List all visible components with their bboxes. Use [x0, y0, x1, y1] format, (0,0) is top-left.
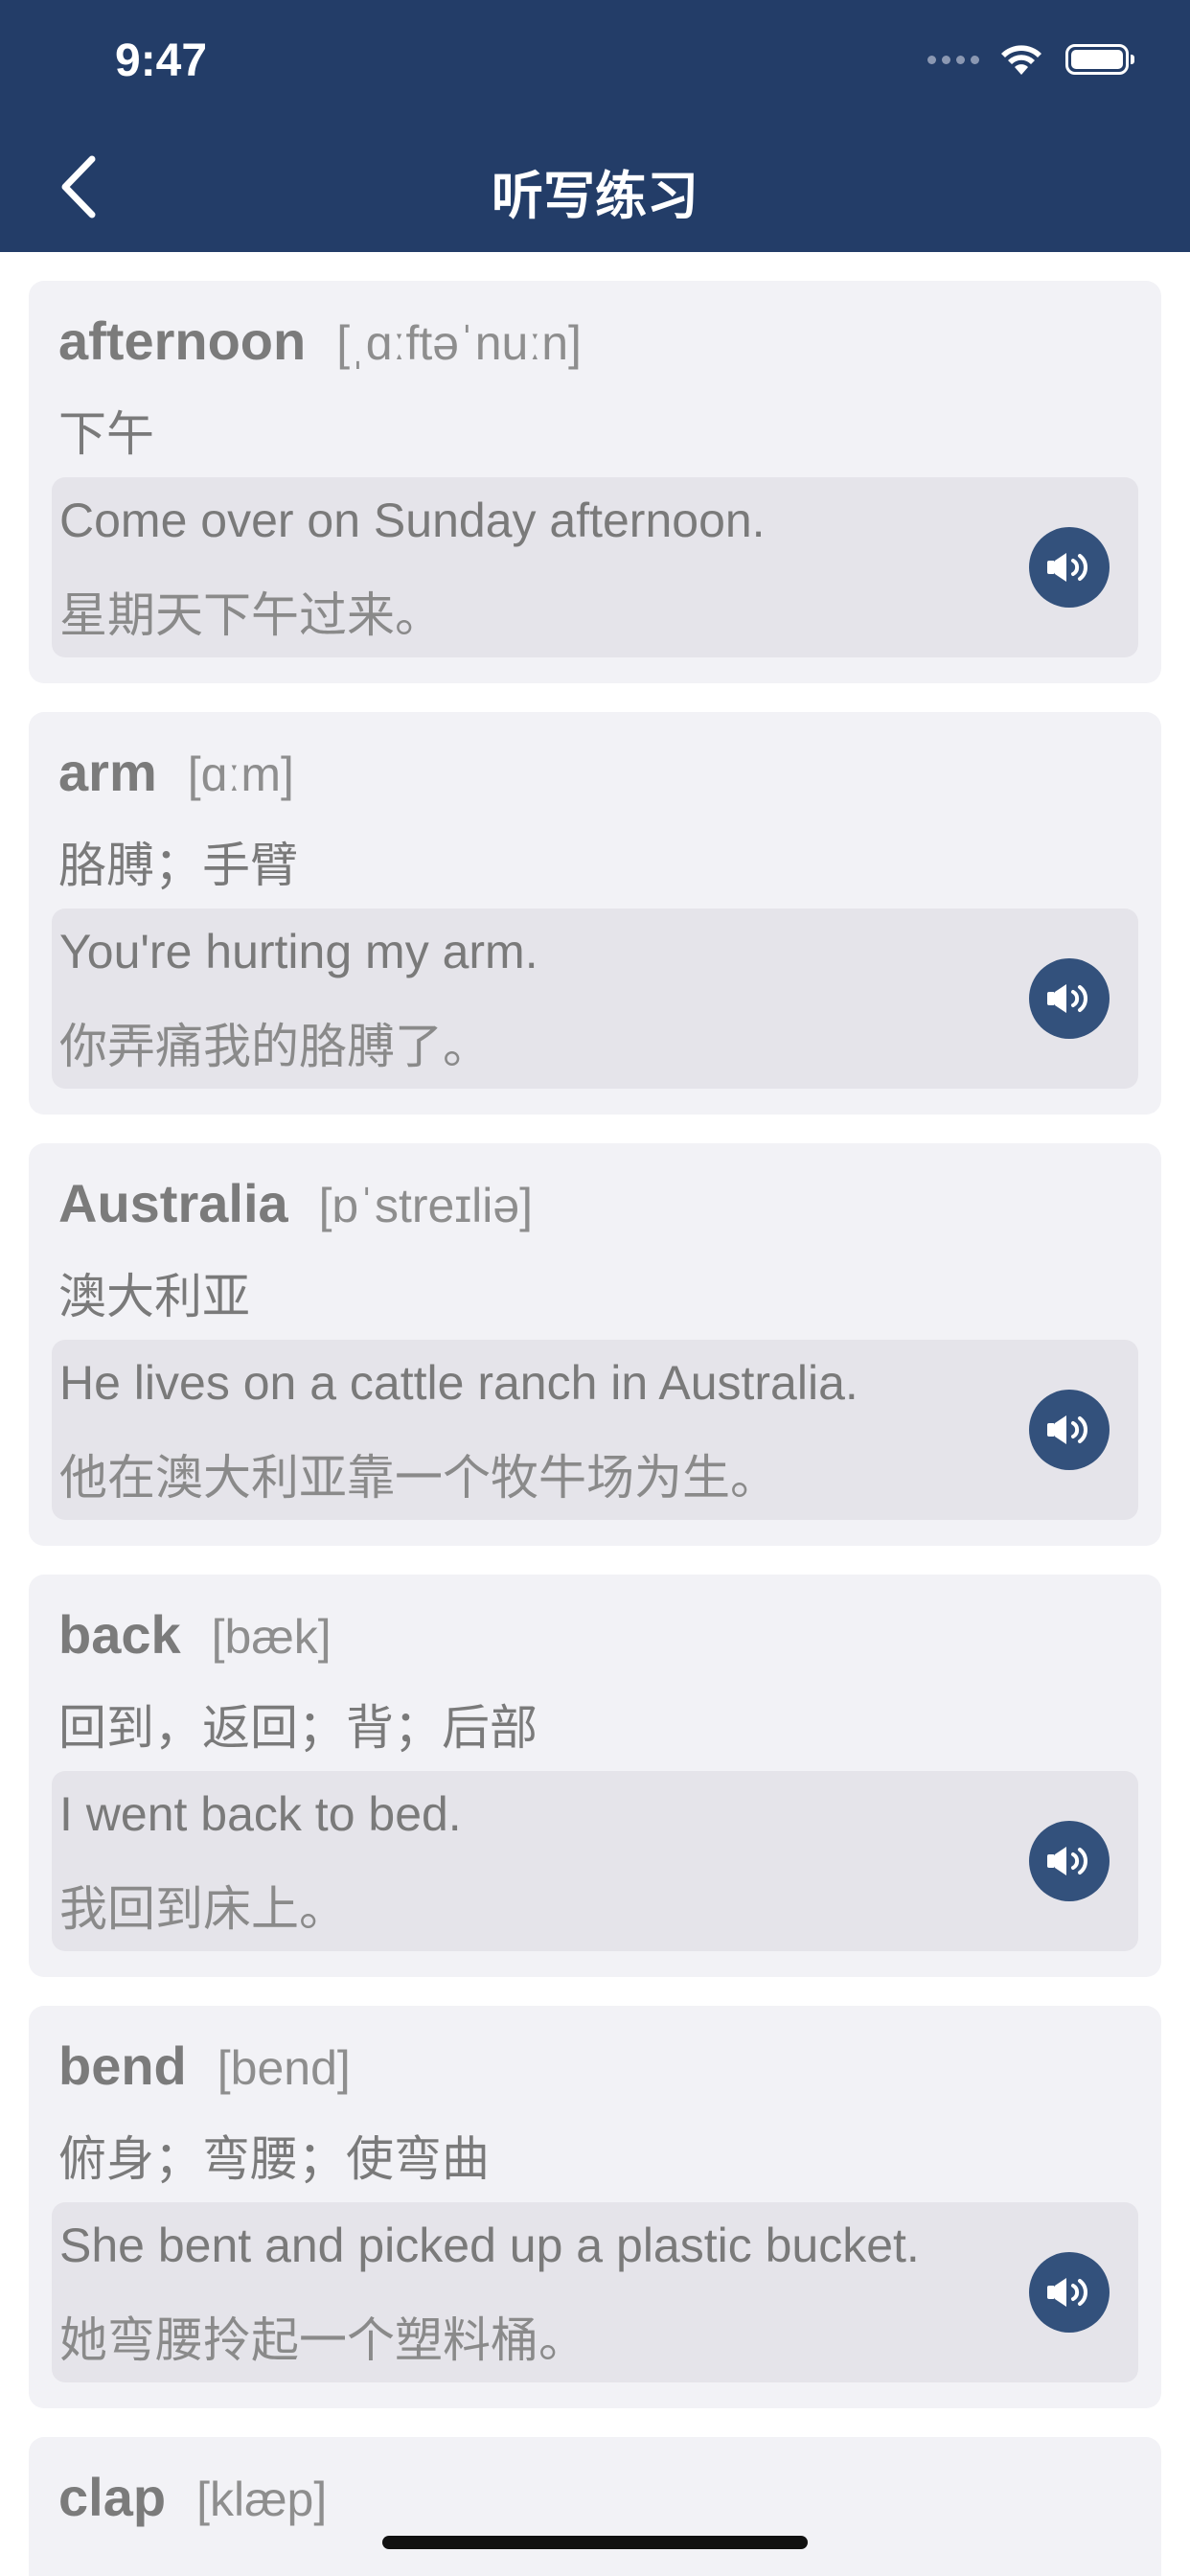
phonetic-text: [klæp]: [196, 2472, 328, 2526]
play-audio-button[interactable]: [1029, 2252, 1110, 2333]
word-card: clap [klæp]: [29, 2437, 1161, 2576]
screen: 9:47 听写练习 afternoon [ˌɑːftəˈnuːn] 下午 Com…: [0, 0, 1190, 2576]
play-audio-button[interactable]: [1029, 1390, 1110, 1470]
word-text: Australia: [58, 1173, 288, 1233]
example-chinese: 他在澳大利亚靠一个牧牛场为生。: [59, 1451, 778, 1505]
example-chinese: 我回到床上。: [59, 1882, 347, 1936]
speaker-icon: [1047, 2278, 1087, 2307]
meaning-text: 下午: [58, 407, 154, 461]
meaning-text: 胳膊；手臂: [58, 839, 298, 892]
meaning-text: 澳大利亚: [58, 1270, 250, 1323]
example-chinese: 你弄痛我的胳膊了。: [59, 1020, 491, 1073]
phonetic-text: [ˌɑːftəˈnuːn]: [336, 316, 582, 370]
battery-icon: [1065, 44, 1134, 75]
phonetic-text: [ɒˈstreɪliə]: [318, 1179, 534, 1232]
home-indicator[interactable]: [382, 2536, 808, 2549]
example-box: You're hurting my arm. 你弄痛我的胳膊了。: [52, 908, 1138, 1089]
example-chinese: 星期天下午过来。: [59, 588, 443, 642]
speaker-icon: [1047, 1415, 1087, 1444]
play-audio-button[interactable]: [1029, 958, 1110, 1039]
phonetic-text: [bend]: [217, 2041, 351, 2095]
example-chinese: 她弯腰拎起一个塑料桶。: [59, 2313, 586, 2367]
word-text: back: [58, 1604, 181, 1665]
word-text: bend: [58, 2036, 187, 2096]
word-text: afternoon: [58, 310, 307, 371]
speaker-icon: [1047, 1847, 1087, 1875]
page-title: 听写练习: [492, 168, 698, 225]
wifi-icon: [1001, 45, 1041, 75]
speaker-icon: [1047, 553, 1087, 582]
example-english: Come over on Sunday afternoon.: [59, 494, 766, 547]
play-audio-button[interactable]: [1029, 1821, 1110, 1901]
example-english: I went back to bed.: [59, 1787, 462, 1841]
signal-icon: [927, 55, 979, 64]
word-text: clap: [58, 2467, 167, 2527]
meaning-text: 俯身；弯腰；使弯曲: [58, 2132, 490, 2186]
phonetic-text: [bæk]: [211, 1610, 332, 1664]
example-box: Come over on Sunday afternoon. 星期天下午过来。: [52, 477, 1138, 657]
status-icons: [927, 42, 1134, 77]
word-list: afternoon [ˌɑːftəˈnuːn] 下午 Come over on …: [29, 281, 1161, 2576]
example-box: She bent and picked up a plastic bucket.…: [52, 2202, 1138, 2382]
status-time: 9:47: [115, 35, 208, 86]
word-text: arm: [58, 742, 157, 802]
word-card: bend [bend] 俯身；弯腰；使弯曲 She bent and picke…: [29, 2006, 1161, 2408]
phonetic-text: [ɑːm]: [187, 748, 294, 801]
example-english: He lives on a cattle ranch in Australia.: [59, 1356, 858, 1410]
meaning-text: 回到，返回；背；后部: [58, 1701, 538, 1755]
speaker-icon: [1047, 984, 1087, 1013]
word-card: back [bæk] 回到，返回；背；后部 I went back to bed…: [29, 1575, 1161, 1977]
example-english: You're hurting my arm.: [59, 925, 538, 978]
play-audio-button[interactable]: [1029, 527, 1110, 608]
word-card: arm [ɑːm] 胳膊；手臂 You're hurting my arm. 你…: [29, 712, 1161, 1115]
example-box: He lives on a cattle ranch in Australia.…: [52, 1340, 1138, 1520]
navigation-bar: 9:47 听写练习: [0, 0, 1190, 252]
word-card: afternoon [ˌɑːftəˈnuːn] 下午 Come over on …: [29, 281, 1161, 683]
word-card: Australia [ɒˈstreɪliə] 澳大利亚 He lives on …: [29, 1143, 1161, 1546]
example-english: She bent and picked up a plastic bucket.: [59, 2219, 920, 2272]
example-box: I went back to bed. 我回到床上。: [52, 1771, 1138, 1951]
